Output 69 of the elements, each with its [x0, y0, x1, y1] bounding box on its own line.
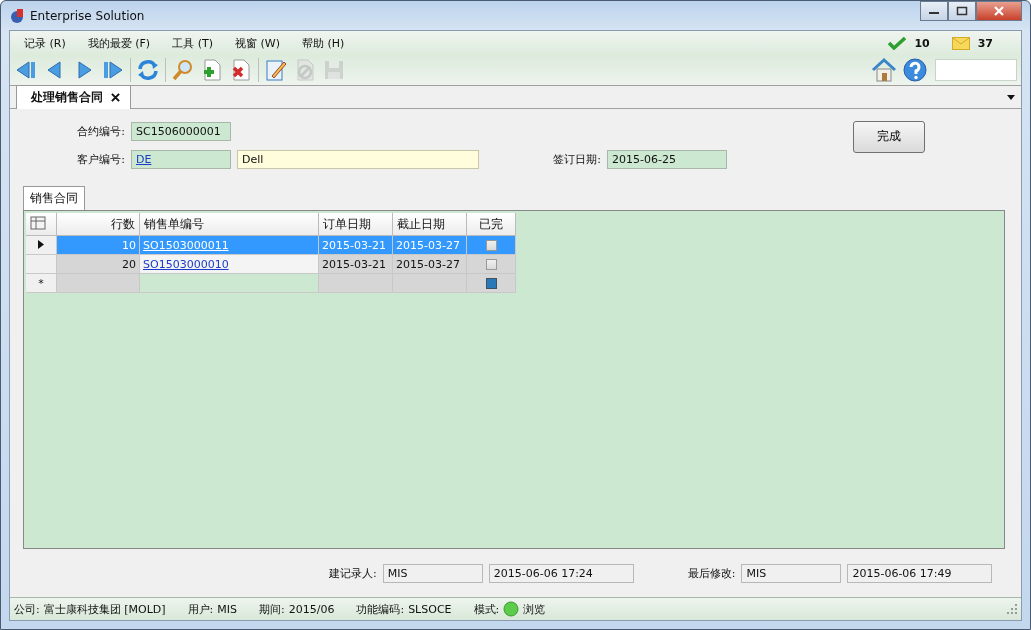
- sign-date-field[interactable]: 2015-06-25: [607, 150, 727, 169]
- edit-icon: [264, 58, 288, 82]
- contract-number-field[interactable]: SC1506000001: [131, 122, 231, 141]
- complete-button[interactable]: 完成: [853, 120, 925, 153]
- status-label: 功能编码:: [356, 601, 405, 617]
- menu-item[interactable]: 记录 (R): [24, 35, 66, 51]
- column-chooser-icon[interactable]: [30, 215, 46, 230]
- close-button[interactable]: [976, 1, 1022, 21]
- window-title: Enterprise Solution: [30, 8, 145, 23]
- new-row-marker: *: [38, 276, 44, 290]
- field-label: 建记录人:: [329, 565, 377, 581]
- maximize-button[interactable]: [948, 1, 976, 21]
- help-icon: [902, 57, 928, 83]
- checkbox[interactable]: [485, 259, 497, 270]
- skip-left-icon: [14, 58, 38, 82]
- checkbox[interactable]: [485, 240, 497, 251]
- user-field: MIS: [741, 563, 842, 583]
- status-value: 浏览: [523, 601, 546, 617]
- detail-tab[interactable]: 销售合同: [23, 186, 85, 210]
- status-label: 模式:: [473, 601, 500, 617]
- customer-name-field[interactable]: Dell: [237, 150, 479, 169]
- status-label: 公司:: [14, 601, 40, 617]
- customer-code-field[interactable]: DE: [131, 150, 231, 169]
- column-header[interactable]: 已完: [466, 213, 516, 236]
- envelope-icon: [951, 36, 970, 50]
- field-label: 签订日期:: [552, 152, 601, 167]
- column-header[interactable]: 截止日期: [392, 213, 467, 236]
- status-light-icon: [503, 601, 520, 617]
- skip-right-icon: [101, 58, 125, 82]
- status-value: SLSOCE: [408, 602, 452, 616]
- tab-label: 处理销售合同: [31, 89, 103, 106]
- close-icon[interactable]: [111, 93, 120, 102]
- current-row-icon: [38, 239, 44, 249]
- menu-item[interactable]: 视窗 (W): [234, 35, 280, 51]
- column-header[interactable]: 订单日期: [318, 213, 393, 236]
- column-header[interactable]: 销售单编号: [139, 213, 319, 236]
- notification-count: 10: [914, 36, 930, 50]
- check-icon: [888, 36, 907, 50]
- close-icon: [993, 6, 1005, 16]
- refresh-icon: [136, 58, 160, 82]
- document-tab[interactable]: 处理销售合同: [16, 85, 131, 109]
- column-header[interactable]: 行数: [56, 213, 140, 236]
- field-label: 最后修改:: [687, 565, 736, 581]
- help-button[interactable]: [900, 56, 930, 84]
- field-label: 合约编号:: [76, 124, 125, 139]
- status-label: 用户:: [187, 601, 214, 617]
- app-logo-icon: [9, 7, 25, 24]
- checkbox[interactable]: [485, 278, 497, 289]
- field-label: 客户编号:: [76, 152, 125, 167]
- search-field[interactable]: [935, 59, 1017, 81]
- menu-item[interactable]: 我的最爱 (F): [87, 35, 151, 51]
- status-label: 期间:: [259, 601, 285, 617]
- menu-item[interactable]: 工具 (T): [172, 35, 213, 51]
- status-value: MIS: [217, 602, 237, 616]
- resize-grip-icon[interactable]: [1007, 604, 1017, 614]
- notification-count: 37: [977, 36, 993, 50]
- dropdown-arrow-icon[interactable]: [1007, 95, 1015, 100]
- menu-item[interactable]: 帮助 (H): [301, 35, 345, 51]
- time-field: 2015-06-06 17:49: [847, 563, 993, 583]
- status-value: 2015/06: [288, 602, 335, 616]
- search-icon: [171, 58, 195, 82]
- maximize-icon: [956, 6, 968, 16]
- status-value: 富士康科技集团 [MOLD]: [43, 601, 166, 617]
- user-field: MIS: [382, 563, 483, 583]
- save-icon: [322, 58, 346, 82]
- home-button[interactable]: [869, 56, 899, 84]
- home-icon: [871, 57, 897, 83]
- minimize-button[interactable]: [920, 1, 948, 21]
- time-field: 2015-06-06 17:24: [488, 563, 634, 583]
